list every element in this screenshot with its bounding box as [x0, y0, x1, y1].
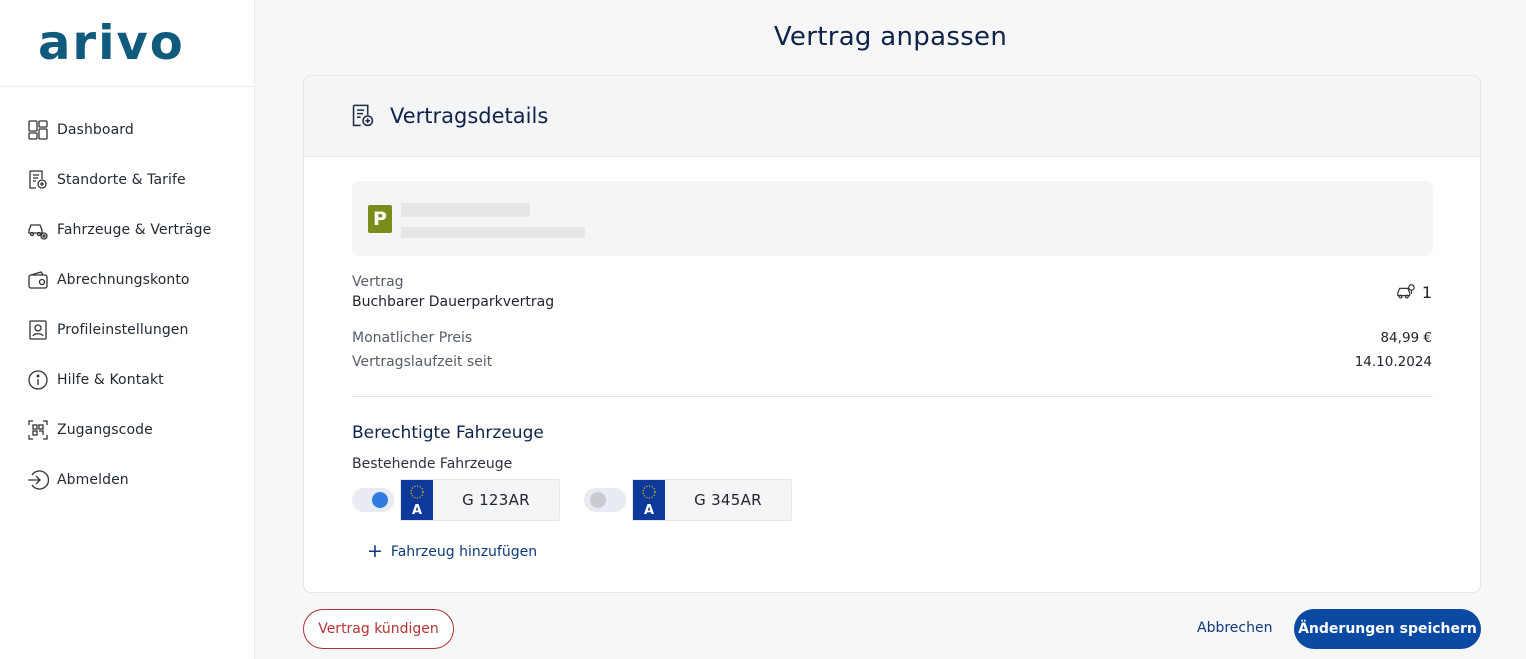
save-changes-button[interactable]: Änderungen speichern — [1294, 609, 1481, 649]
vehicle-item: A G 345AR — [584, 479, 792, 521]
divider — [352, 396, 1433, 397]
eu-stars-icon — [410, 485, 424, 499]
vehicle-settings-icon — [27, 219, 49, 241]
sidebar-item-label: Fahrzeuge & Verträge — [57, 222, 212, 238]
card-title: Vertragsdetails — [390, 104, 549, 128]
term-label: Vertragslaufzeit seit — [352, 354, 493, 370]
eu-stars-icon — [642, 485, 656, 499]
car-icon — [1397, 284, 1415, 299]
dashboard-icon — [27, 119, 49, 141]
contract-details-card: Vertragsdetails P Vertrag Buchbarer Daue… — [303, 75, 1481, 593]
sidebar-item-label: Standorte & Tarife — [57, 172, 186, 188]
contract-label: Vertrag — [352, 274, 404, 290]
profile-icon — [27, 319, 49, 341]
plate-number: G 345AR — [694, 491, 762, 509]
sidebar-item-logout[interactable]: Abmelden — [0, 455, 254, 505]
sidebar-item-label: Abrechnungskonto — [57, 272, 190, 288]
location-address-redacted — [401, 227, 585, 238]
plate-number: G 123AR — [462, 491, 530, 509]
price-label: Monatlicher Preis — [352, 330, 473, 346]
abort-button[interactable]: Abbrechen — [1197, 620, 1272, 636]
qr-code-icon — [27, 419, 49, 441]
license-plate: A G 123AR — [400, 479, 560, 521]
eu-plate-band: A — [633, 480, 665, 520]
vehicle-toggle[interactable] — [584, 488, 626, 512]
vehicle-count: 1 — [1396, 282, 1432, 302]
plate-country: A — [411, 503, 423, 518]
add-vehicle-label: Fahrzeug hinzufügen — [390, 543, 538, 560]
plate-country: A — [643, 503, 655, 518]
authorized-vehicles-title: Berechtigte Fahrzeuge — [352, 423, 544, 443]
sidebar-item-billing-account[interactable]: Abrechnungskonto — [0, 255, 254, 305]
vehicle-toggle[interactable] — [352, 488, 394, 512]
location-name-redacted — [401, 203, 530, 217]
sidebar-item-access-code[interactable]: Zugangscode — [0, 405, 254, 455]
sidebar: arivo Dashboard Standorte & Tarife Fahrz… — [0, 0, 255, 659]
sidebar-item-locations-tariffs[interactable]: Standorte & Tarife — [0, 155, 254, 205]
sidebar-item-vehicles-contracts[interactable]: Fahrzeuge & Verträge — [0, 205, 254, 255]
sidebar-item-label: Hilfe & Kontakt — [57, 372, 164, 388]
info-icon — [27, 369, 49, 391]
logo-area: arivo — [0, 0, 254, 87]
parking-location-box: P — [352, 181, 1433, 256]
wallet-icon — [27, 269, 49, 291]
logout-icon — [27, 469, 49, 491]
cancel-contract-button[interactable]: Vertrag kündigen — [303, 609, 454, 649]
price-value: 84,99 € — [1380, 330, 1432, 346]
license-plate: A G 345AR — [632, 479, 792, 521]
sidebar-item-label: Zugangscode — [57, 422, 153, 438]
sidebar-item-profile-settings[interactable]: Profileinstellungen — [0, 305, 254, 355]
contract-details-icon — [350, 103, 376, 129]
add-vehicle-button[interactable]: + Fahrzeug hinzufügen — [367, 542, 537, 561]
existing-vehicles-label: Bestehende Fahrzeuge — [352, 456, 513, 472]
sidebar-nav: Dashboard Standorte & Tarife Fahrzeuge &… — [0, 87, 254, 505]
page-title: Vertrag anpassen — [773, 22, 1008, 52]
sidebar-item-dashboard[interactable]: Dashboard — [0, 105, 254, 155]
sidebar-item-label: Profileinstellungen — [57, 322, 189, 338]
location-tariff-icon — [27, 169, 49, 191]
sidebar-item-label: Dashboard — [57, 122, 134, 138]
term-value: 14.10.2024 — [1354, 354, 1432, 370]
sidebar-item-label: Abmelden — [57, 472, 129, 488]
card-header: Vertragsdetails — [304, 76, 1480, 157]
vehicle-count-value: 1 — [1421, 282, 1432, 302]
sidebar-item-help-contact[interactable]: Hilfe & Kontakt — [0, 355, 254, 405]
arivo-logo[interactable]: arivo — [38, 23, 216, 63]
eu-plate-band: A — [401, 480, 433, 520]
parking-badge: P — [368, 205, 392, 233]
svg-text:arivo: arivo — [38, 23, 185, 63]
plus-icon: + — [367, 540, 383, 562]
vehicle-item: A G 123AR — [352, 479, 560, 521]
contract-value: Buchbarer Dauerparkvertrag — [352, 294, 555, 310]
